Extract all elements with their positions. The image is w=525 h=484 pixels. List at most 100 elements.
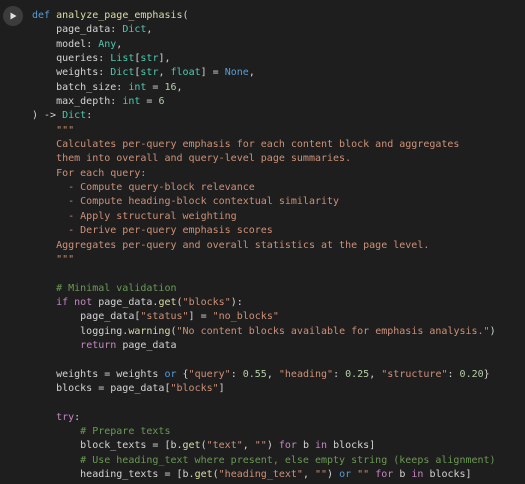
- code-token: get: [158, 296, 177, 308]
- code-token: # Use heading_text where present, else e…: [32, 454, 496, 466]
- code-line: """: [32, 253, 521, 267]
- code-token: warning: [128, 325, 171, 337]
- code-token: ,: [302, 469, 315, 480]
- code-line: page_data: Dict,: [32, 23, 521, 37]
- code-token: page_data.: [98, 296, 159, 308]
- code-token: ): [489, 325, 496, 337]
- code-token: Dict: [122, 24, 147, 36]
- code-token: "heading_text": [218, 469, 303, 480]
- code-line: - Derive per-query emphasis scores: [32, 224, 521, 238]
- code-token: page_data: [32, 24, 111, 36]
- code-line: page_data["status"] = "no_blocks": [32, 310, 521, 324]
- code-token: max_depth: [32, 96, 111, 108]
- code-token: =: [146, 81, 165, 93]
- code-line: queries: List[str],: [32, 52, 521, 66]
- code-token: - Apply structural weighting: [32, 210, 237, 222]
- code-token: in: [315, 440, 334, 452]
- code-token: List: [110, 53, 135, 65]
- code-token: # Prepare texts: [32, 425, 171, 437]
- code-token: ,: [242, 440, 255, 452]
- code-token: int: [122, 96, 141, 108]
- code-token: blocks]: [429, 469, 472, 480]
- play-icon: [10, 12, 17, 20]
- code-line: Aggregates per-query and overall statist…: [32, 239, 521, 253]
- code-token: :: [447, 368, 460, 380]
- code-token: for: [278, 440, 303, 452]
- code-token: page_data[: [32, 311, 141, 323]
- code-token: "": [357, 469, 370, 480]
- code-token: blocks]: [333, 440, 376, 452]
- code-token: :: [86, 110, 93, 122]
- code-token: str: [140, 67, 159, 79]
- code-token: analyze_page_emphasis: [56, 10, 183, 21]
- code-token: 0.55: [242, 368, 267, 380]
- code-token: ,: [176, 81, 183, 93]
- code-token: or: [164, 368, 183, 380]
- code-token: "text": [206, 440, 243, 452]
- code-token: - Derive per-query emphasis scores: [32, 225, 273, 237]
- code-token: :: [110, 96, 123, 108]
- code-line: them into overall and query-level page s…: [32, 152, 521, 166]
- code-line: def analyze_page_emphasis(: [32, 9, 521, 23]
- code-line: weights: Dict[str, float] = None,: [32, 66, 521, 80]
- code-line: return page_data: [32, 339, 521, 353]
- code-token: :: [74, 411, 81, 423]
- code-token: "": [315, 469, 328, 480]
- code-token: return: [80, 339, 123, 351]
- code-token: int: [128, 81, 147, 93]
- code-token: for: [375, 469, 400, 480]
- code-token: :: [98, 53, 111, 65]
- code-token: ): [327, 469, 340, 480]
- code-token: """: [32, 124, 75, 136]
- code-cell[interactable]: def analyze_page_emphasis( page_data: Di…: [0, 0, 525, 484]
- code-token: 6: [158, 96, 165, 108]
- code-token: }: [483, 368, 490, 380]
- code-token: "no_blocks": [212, 311, 279, 323]
- code-editor[interactable]: def analyze_page_emphasis( page_data: Di…: [32, 9, 521, 482]
- code-token: ,: [266, 368, 279, 380]
- code-token: Dict: [110, 67, 135, 79]
- code-token: Calculates per-query emphasis for each c…: [32, 139, 460, 151]
- code-token: :: [116, 81, 129, 93]
- code-line: """: [32, 124, 521, 138]
- code-token: None: [224, 67, 249, 79]
- code-token: "blocks": [182, 296, 231, 308]
- code-line: model: Any,: [32, 38, 521, 52]
- code-token: For each query:: [32, 167, 147, 179]
- code-line: blocks = page_data["blocks"]: [32, 382, 521, 396]
- code-token: ) ->: [32, 110, 63, 122]
- code-token: float: [170, 67, 201, 79]
- run-cell-button[interactable]: [3, 6, 23, 26]
- code-line: try:: [32, 411, 521, 425]
- code-token: ] =: [200, 67, 225, 79]
- code-token: # Minimal validation: [32, 282, 177, 294]
- code-line: max_depth: int = 6: [32, 95, 521, 109]
- code-line: - Apply structural weighting: [32, 210, 521, 224]
- code-token: or: [339, 469, 358, 480]
- code-token: - Compute heading-block contextual simil…: [32, 196, 340, 208]
- code-token: str: [140, 53, 159, 65]
- code-token: b: [302, 440, 316, 452]
- code-line: # Minimal validation: [32, 282, 521, 296]
- code-token: block_texts = [b.: [32, 440, 183, 452]
- code-token: - Compute query-block relevance: [32, 182, 255, 194]
- code-token: ],: [158, 53, 171, 65]
- code-token: ,: [369, 368, 382, 380]
- code-token: model: [32, 38, 87, 50]
- code-token: ]: [218, 382, 225, 394]
- code-token: "": [254, 440, 267, 452]
- code-token: =: [140, 96, 159, 108]
- code-token: Any: [98, 38, 117, 50]
- code-line: batch_size: int = 16,: [32, 81, 521, 95]
- code-token: try: [56, 411, 75, 423]
- code-line: # Prepare texts: [32, 425, 521, 439]
- code-token: 0.25: [345, 368, 370, 380]
- code-line: if not page_data.get("blocks"):: [32, 296, 521, 310]
- code-token: if not: [56, 296, 99, 308]
- code-token: def: [32, 10, 57, 21]
- code-token: them into overall and query-level page s…: [32, 153, 352, 165]
- code-line: # Use heading_text where present, else e…: [32, 454, 521, 468]
- code-token: 16: [164, 81, 177, 93]
